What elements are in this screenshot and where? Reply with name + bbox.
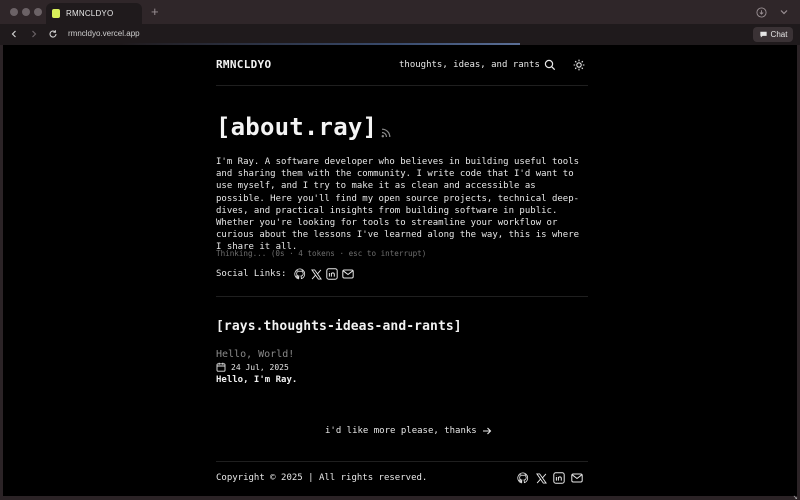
nav-link-thoughts[interactable]: thoughts, ideas, and rants: [399, 60, 540, 70]
footer-divider: [216, 461, 588, 462]
linkedin-icon[interactable]: [326, 268, 339, 280]
sun-icon[interactable]: [572, 58, 586, 72]
post-title-link[interactable]: Hello, World!: [216, 349, 294, 360]
search-icon[interactable]: [543, 58, 557, 72]
address-bar: rmncldyo.vercel.app Chat: [0, 24, 800, 45]
chat-label: Chat: [770, 30, 788, 39]
zoom-window-button[interactable]: [34, 8, 42, 16]
mail-icon[interactable]: [342, 268, 355, 280]
x-icon[interactable]: [535, 472, 547, 484]
minimize-window-button[interactable]: [22, 8, 30, 16]
new-tab-button[interactable]: +: [151, 5, 159, 18]
download-icon[interactable]: [755, 6, 767, 18]
linkedin-icon[interactable]: [553, 472, 565, 484]
site-brand-logo[interactable]: RMNCLDYO: [216, 58, 271, 71]
arrow-right-icon: [482, 427, 491, 435]
reload-icon[interactable]: [47, 28, 59, 40]
github-icon[interactable]: [517, 472, 529, 484]
footer-social-links: [517, 472, 589, 484]
site-favicon-icon: [52, 9, 60, 18]
social-links: Social Links:: [216, 268, 358, 280]
section-divider: [216, 296, 588, 297]
rants-heading: [rays.thoughts-ideas-and-rants]: [216, 319, 462, 334]
url-field[interactable]: rmncldyo.vercel.app: [68, 29, 140, 38]
about-heading: [about.ray]: [216, 113, 391, 141]
copyright-text: Copyright © 2025 | All rights reserved.: [216, 473, 428, 483]
tab-list-chevron-icon[interactable]: [778, 6, 790, 18]
browser-tab-bar: RMNCLDYO +: [0, 0, 800, 24]
forward-arrow-icon[interactable]: [28, 28, 40, 40]
browser-tab[interactable]: RMNCLDYO: [46, 3, 142, 24]
about-title: [about.ray]: [216, 113, 378, 141]
post-date: 24 Jul, 2025: [216, 362, 289, 372]
header-divider: [216, 85, 588, 86]
post-date-text: 24 Jul, 2025: [231, 362, 289, 372]
cursor-icon: ↘: [793, 492, 798, 500]
social-links-label: Social Links:: [216, 269, 287, 279]
github-icon[interactable]: [294, 268, 306, 280]
x-icon[interactable]: [310, 268, 322, 280]
tab-title: RMNCLDYO: [66, 9, 114, 18]
more-posts-link[interactable]: i'd like more please, thanks: [325, 426, 492, 436]
close-window-button[interactable]: [10, 8, 18, 16]
chat-button[interactable]: Chat: [753, 27, 793, 42]
calendar-icon: [216, 362, 226, 372]
more-posts-label: i'd like more please, thanks: [325, 426, 477, 436]
mail-icon[interactable]: [571, 472, 583, 484]
page-viewport: RMNCLDYO thoughts, ideas, and rants [abo…: [3, 45, 797, 496]
about-paragraph: I'm Ray. A software developer who believ…: [216, 157, 580, 253]
back-arrow-icon[interactable]: [8, 28, 20, 40]
rss-icon[interactable]: [381, 128, 391, 138]
thinking-status: Thinking... (0s · 4 tokens · esc to inte…: [216, 249, 427, 258]
post-excerpt: Hello, I'm Ray.: [216, 375, 298, 385]
chat-bubble-icon: [759, 31, 767, 38]
site-header: RMNCLDYO thoughts, ideas, and rants: [216, 58, 588, 74]
